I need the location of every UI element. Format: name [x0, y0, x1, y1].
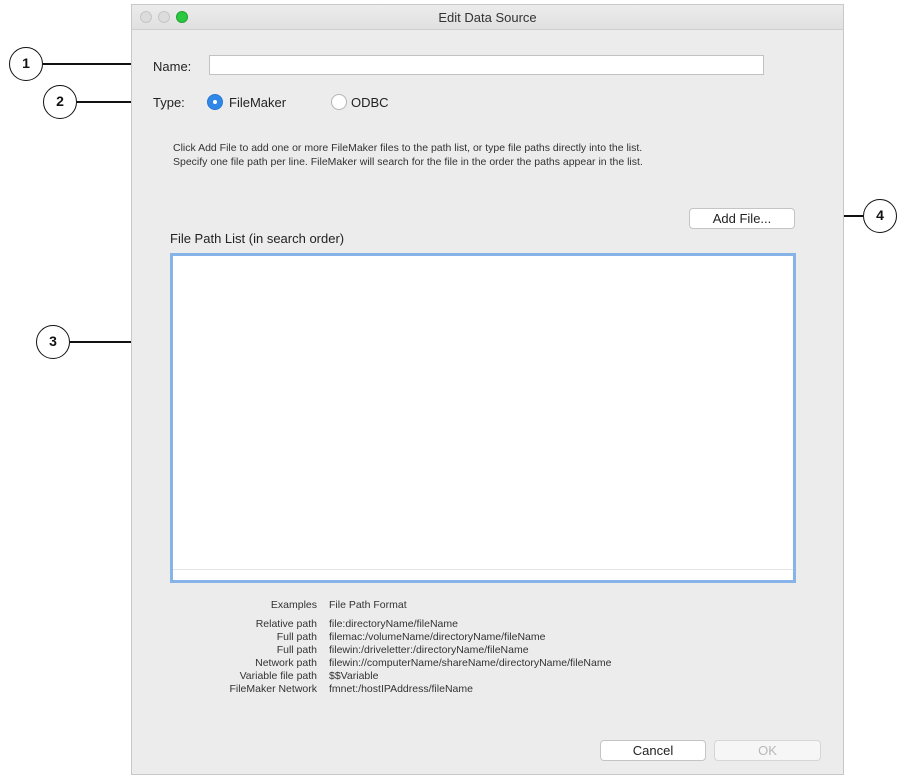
window-title: Edit Data Source — [438, 10, 537, 25]
callout-2-arrow — [77, 96, 147, 108]
type-filemaker-label[interactable]: FileMaker — [229, 95, 286, 110]
help-text: Click Add File to add one or more FileMa… — [173, 141, 813, 169]
example-format: fmnet:/hostIPAddress/fileName — [329, 683, 473, 695]
example-type: Full path — [276, 631, 317, 643]
type-label: Type: — [153, 95, 185, 110]
name-label: Name: — [153, 59, 192, 74]
example-row: Relative path file:directoryName/fileNam… — [132, 618, 845, 631]
help-text-line-2: Specify one file path per line. FileMake… — [173, 156, 643, 168]
examples-header: Examples File Path Format — [132, 599, 845, 612]
callout-1-arrow — [43, 58, 147, 70]
file-path-list-text-area[interactable] — [173, 256, 793, 570]
title-bar: Edit Data Source — [132, 5, 843, 30]
example-format: filewin:/driveletter:/directoryName/file… — [329, 644, 529, 656]
example-type: FileMaker Network — [229, 683, 317, 695]
example-type: Full path — [276, 644, 317, 656]
callout-3: 3 — [36, 325, 70, 359]
type-odbc-radio[interactable] — [331, 94, 347, 110]
file-path-list[interactable] — [170, 253, 796, 583]
examples-header-left: Examples — [270, 599, 317, 611]
example-type: Relative path — [255, 618, 317, 630]
callout-1: 1 — [9, 47, 43, 81]
example-format: filemac:/volumeName/directoryName/fileNa… — [329, 631, 546, 643]
file-path-list-label: File Path List (in search order) — [170, 231, 345, 246]
example-type: Variable file path — [239, 670, 317, 682]
example-format: file:directoryName/fileName — [329, 618, 458, 630]
example-row: Variable file path $$Variable — [132, 670, 845, 683]
example-row: Full path filemac:/volumeName/directoryN… — [132, 631, 845, 644]
example-type: Network path — [255, 657, 317, 669]
example-row: Network path filewin://computerName/shar… — [132, 657, 845, 670]
help-text-line-1: Click Add File to add one or more FileMa… — [173, 142, 643, 154]
example-format: $$Variable — [329, 670, 379, 682]
callout-2: 2 — [43, 85, 77, 119]
add-file-button[interactable]: Add File... — [689, 208, 795, 229]
name-input[interactable] — [209, 55, 764, 75]
example-row: Full path filewin:/driveletter:/director… — [132, 644, 845, 657]
type-filemaker-radio[interactable] — [207, 94, 223, 110]
cancel-button[interactable]: Cancel — [600, 740, 706, 761]
callout-4: 4 — [863, 199, 897, 233]
edit-data-source-dialog: Edit Data Source Name: Type: FileMaker O… — [131, 4, 844, 775]
example-row: FileMaker Network fmnet:/hostIPAddress/f… — [132, 683, 845, 696]
type-odbc-label[interactable]: ODBC — [351, 95, 389, 110]
examples-header-right: File Path Format — [329, 599, 407, 611]
example-format: filewin://computerName/shareName/directo… — [329, 657, 612, 669]
ok-button[interactable]: OK — [714, 740, 821, 761]
